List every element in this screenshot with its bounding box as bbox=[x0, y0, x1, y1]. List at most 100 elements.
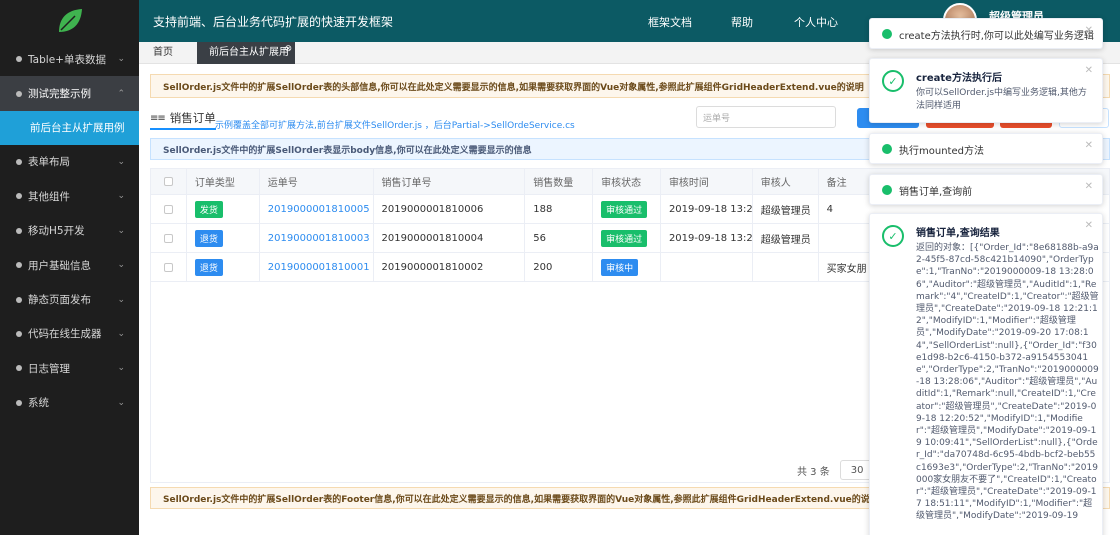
dot-icon bbox=[16, 399, 22, 406]
notification-create-after: ✓ create方法执行后 你可以SellOrder.js中编写业务逻辑,其他方… bbox=[869, 58, 1103, 123]
tran-no-link[interactable]: 2019000001810005 bbox=[260, 195, 374, 223]
order-no-cell: 2019000001810006 bbox=[374, 195, 526, 223]
auditor-cell: 超级管理员 bbox=[753, 195, 819, 223]
dot-icon bbox=[16, 365, 22, 372]
column-header[interactable]: 审核时间 bbox=[661, 169, 753, 194]
nav-help[interactable]: 帮助 bbox=[731, 14, 753, 30]
dot-icon bbox=[16, 158, 22, 165]
check-icon bbox=[882, 29, 892, 39]
notification-text: 返回的对象：[{"Order_Id":"8e68188b-a9a2-45f5-8… bbox=[916, 243, 1099, 522]
sidebar: Table+单表数据 ⌄ 测试完整示例 ⌃ 前后台主从扩展用例 表单布局 ⌄ 其他组件… bbox=[0, 0, 139, 535]
dot-icon bbox=[16, 330, 22, 337]
sidebar-item-table[interactable]: Table+单表数据 ⌄ bbox=[0, 42, 139, 76]
notification-create: create方法执行时,你可以此处编写业务逻辑 ✕ bbox=[869, 18, 1103, 49]
notification-mounted: 执行mounted方法 ✕ bbox=[869, 133, 1103, 164]
sidebar-item-mobile-h5[interactable]: 移动H5开发 ⌄ bbox=[0, 214, 139, 248]
notification-title: create方法执行后 bbox=[916, 73, 1002, 84]
audit-time-cell: 2019-09-18 13:28:06 bbox=[661, 224, 753, 252]
sidebar-item-static-publish[interactable]: 静态页面发布 ⌄ bbox=[0, 282, 139, 316]
type-cell: 发货 bbox=[187, 195, 260, 223]
qty-cell: 188 bbox=[525, 195, 594, 223]
chevron-down-icon: ⌄ bbox=[117, 54, 125, 65]
sidebar-item-user-info[interactable]: 用户基础信息 ⌄ bbox=[0, 248, 139, 282]
sidebar-item-system[interactable]: 系统 ⌄ bbox=[0, 386, 139, 420]
tab-current[interactable]: 前后台主从扩展用例⊗ bbox=[197, 42, 295, 80]
search-input[interactable]: 运单号 bbox=[696, 106, 836, 128]
logo bbox=[0, 0, 139, 42]
sidebar-item-form-layout[interactable]: 表单布局 ⌄ bbox=[0, 145, 139, 179]
close-icon[interactable]: ⊗ bbox=[284, 38, 292, 60]
row-checkbox[interactable] bbox=[163, 262, 173, 272]
row-checkbox[interactable] bbox=[163, 233, 173, 243]
nav-user-center[interactable]: 个人中心 bbox=[794, 14, 838, 30]
sidebar-item-label: 系统 bbox=[28, 397, 49, 410]
close-icon[interactable]: ✕ bbox=[1085, 220, 1093, 231]
close-icon[interactable]: ✕ bbox=[1085, 25, 1093, 36]
check-icon bbox=[882, 144, 892, 154]
list-icon: ≡≡ bbox=[150, 112, 166, 124]
tab-home[interactable]: 首页 bbox=[153, 42, 173, 64]
close-icon[interactable]: ✕ bbox=[1085, 181, 1093, 192]
order-type-tag: 退货 bbox=[194, 229, 223, 247]
chevron-down-icon: ⌄ bbox=[117, 328, 125, 339]
chevron-up-icon: ⌃ bbox=[117, 88, 125, 99]
auditor-cell: 超级管理员 bbox=[753, 224, 819, 252]
column-header[interactable]: 审核人 bbox=[753, 169, 819, 194]
dot-icon bbox=[16, 262, 22, 269]
status-cell: 审核通过 bbox=[593, 224, 661, 252]
sidebar-item-label: 用户基础信息 bbox=[28, 259, 91, 272]
notification-title: 销售订单,查询结果 bbox=[916, 228, 1000, 239]
notification-text: 销售订单,查询前 bbox=[899, 187, 973, 198]
column-header[interactable]: 销售数量 bbox=[525, 169, 594, 194]
qty-cell: 200 bbox=[525, 253, 594, 281]
grid-title-text: 销售订单 bbox=[169, 111, 216, 125]
sidebar-item-code-generator[interactable]: 代码在线生成器 ⌄ bbox=[0, 317, 139, 351]
dot-icon bbox=[16, 227, 22, 234]
tran-no-link[interactable]: 2019000001810003 bbox=[260, 224, 374, 252]
app-root: Table+单表数据 ⌄ 测试完整示例 ⌃ 前后台主从扩展用例 表单布局 ⌄ 其他组件… bbox=[0, 0, 1120, 535]
sidebar-subitem-master-detail[interactable]: 前后台主从扩展用例 bbox=[0, 110, 139, 145]
notification-before-query: 销售订单,查询前 ✕ bbox=[869, 174, 1103, 205]
pagination: 共 3 条 30 bbox=[797, 460, 880, 480]
notification-text: create方法执行时,你可以此处编写业务逻辑 bbox=[899, 31, 1094, 42]
chevron-down-icon: ⌄ bbox=[117, 397, 125, 408]
chevron-down-icon: ⌄ bbox=[117, 191, 125, 202]
close-icon[interactable]: ✕ bbox=[1085, 65, 1093, 76]
notification-text: 执行mounted方法 bbox=[899, 146, 984, 157]
sidebar-item-label: 移动H5开发 bbox=[28, 225, 85, 238]
nav-framework-docs[interactable]: 框架文档 bbox=[648, 14, 692, 30]
column-header[interactable]: 订单类型 bbox=[187, 169, 260, 194]
column-header[interactable]: 销售订单号 bbox=[374, 169, 526, 194]
grid-description-link[interactable]: 示例覆盖全部可扩展方法,前台扩展文件SellOrder.js ，后台Partia… bbox=[215, 118, 575, 131]
audit-time-cell bbox=[661, 253, 753, 281]
dot-icon bbox=[16, 296, 22, 303]
sidebar-item-label: 日志管理 bbox=[28, 362, 70, 375]
status-badge: 审核中 bbox=[601, 258, 639, 276]
select-all-checkbox[interactable] bbox=[163, 177, 173, 186]
sidebar-item-label: 代码在线生成器 bbox=[28, 328, 102, 341]
sidebar-item-label: 测试完整示例 bbox=[28, 88, 91, 101]
type-cell: 退货 bbox=[187, 253, 260, 281]
close-icon[interactable]: ✕ bbox=[1085, 140, 1093, 151]
sidebar-item-full-example[interactable]: 测试完整示例 ⌃ bbox=[0, 76, 139, 111]
check-icon bbox=[882, 185, 892, 195]
dot-icon bbox=[16, 193, 22, 200]
leaf-logo-icon bbox=[58, 9, 82, 32]
sidebar-item-other-components[interactable]: 其他组件 ⌄ bbox=[0, 179, 139, 213]
status-cell: 审核中 bbox=[593, 253, 661, 281]
column-header[interactable]: 审核状态 bbox=[593, 169, 661, 194]
chevron-down-icon: ⌄ bbox=[117, 294, 125, 305]
tran-no-link[interactable]: 2019000001810001 bbox=[260, 253, 374, 281]
select-all-cell bbox=[151, 169, 187, 194]
total-count: 共 3 条 bbox=[797, 466, 830, 478]
sidebar-item-label: 其他组件 bbox=[28, 190, 70, 203]
type-cell: 退货 bbox=[187, 224, 260, 252]
row-checkbox[interactable] bbox=[163, 204, 173, 214]
row-select-cell bbox=[151, 253, 187, 281]
sidebar-item-logs[interactable]: 日志管理 ⌄ bbox=[0, 351, 139, 385]
notification-query-result: ✓ 销售订单,查询结果 返回的对象：[{"Order_Id":"8e68188b… bbox=[869, 213, 1103, 535]
column-header[interactable]: 运单号 bbox=[260, 169, 374, 194]
chevron-down-icon: ⌄ bbox=[117, 363, 125, 374]
status-cell: 审核通过 bbox=[593, 195, 661, 223]
status-badge: 审核通过 bbox=[601, 229, 648, 247]
